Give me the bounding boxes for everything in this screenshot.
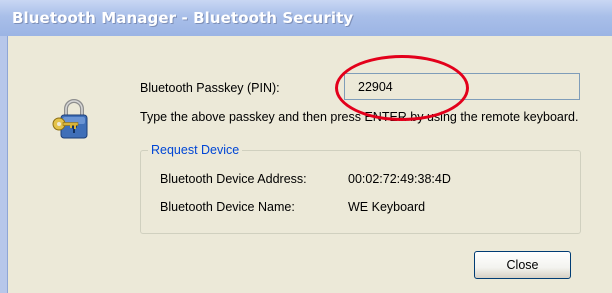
request-device-title: Request Device (148, 143, 243, 157)
request-device-group (140, 150, 581, 234)
passkey-label: Bluetooth Passkey (PIN): (140, 81, 280, 95)
device-address-label: Bluetooth Device Address: (160, 172, 307, 186)
padlock-key-icon (50, 96, 98, 144)
window-left-border-inner (7, 36, 8, 293)
window-title: Bluetooth Manager - Bluetooth Security (12, 9, 354, 27)
close-button[interactable]: Close (474, 251, 571, 279)
passkey-field[interactable]: 22904 (344, 73, 580, 100)
bluetooth-security-dialog: Bluetooth Manager - Bluetooth Security B… (0, 0, 612, 293)
device-name-value: WE Keyboard (348, 200, 426, 214)
device-name-label: Bluetooth Device Name: (160, 200, 295, 214)
device-address-value: 00:02:72:49:38:4D (348, 172, 451, 186)
instruction-text: Type the above passkey and then press EN… (140, 110, 579, 124)
title-bar[interactable]: Bluetooth Manager - Bluetooth Security (0, 0, 612, 36)
window-left-border (0, 36, 7, 293)
